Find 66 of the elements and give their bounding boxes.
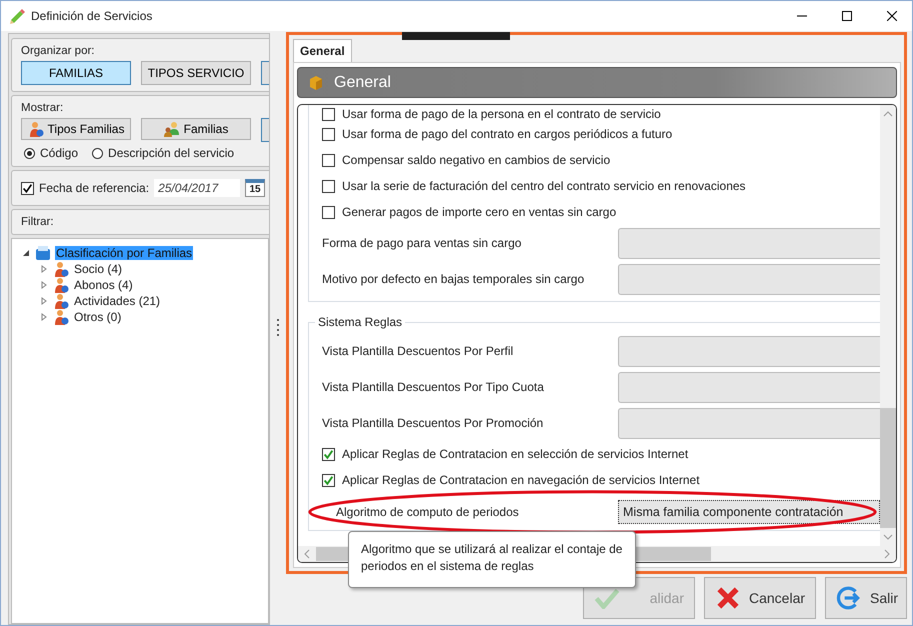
organize-button[interactable]: TIPOS SERVICIO: [141, 61, 251, 85]
maximize-icon[interactable]: [842, 11, 852, 21]
exit-icon: [836, 585, 862, 611]
field-label: Forma de pago para ventas sin cargo: [322, 236, 522, 250]
checkbox-label: Usar forma de pago del contrato en cargos periódicos a futuro: [342, 127, 672, 141]
date-label: Fecha de referencia:: [39, 181, 150, 195]
checkbox-label: Usar forma de pago de la persona en el contrato de servicio: [342, 107, 661, 121]
scroll-left-icon[interactable]: [304, 549, 310, 559]
close-icon[interactable]: [887, 11, 897, 21]
show-button[interactable]: Tipos Familias: [21, 118, 131, 140]
section-title: General: [334, 74, 391, 92]
tree-item[interactable]: Actividades (21): [73, 294, 162, 308]
organize-label: Organizar por:: [21, 45, 96, 57]
checkbox-label: Usar la serie de facturación del centro del contrato servicio en renovaciones: [342, 179, 746, 193]
folder-icon: [35, 245, 51, 261]
tab[interactable]: General: [293, 39, 352, 62]
checkbox[interactable]: [322, 206, 335, 218]
checkbox-label: Aplicar Reglas de Contratacion en navegación de servicios Internet: [342, 473, 700, 487]
group-title: Sistema Reglas: [315, 315, 406, 329]
scroll-right-icon[interactable]: [884, 549, 890, 559]
show-button[interactable]: Familias: [141, 118, 251, 140]
cross-icon: [715, 585, 741, 611]
people-icon: [164, 121, 180, 137]
tooltip: Algoritmo que se utilizará al realizar el contaje de periodos en el sistema de reglas: [348, 531, 636, 588]
person-icon: [53, 261, 69, 277]
checkbox[interactable]: [322, 154, 335, 166]
scroll-up-icon[interactable]: [883, 111, 893, 117]
tree-item[interactable]: Otros (0): [73, 310, 122, 324]
expander-icon[interactable]: [22, 248, 31, 258]
box-icon: [308, 74, 324, 90]
checkbox[interactable]: [322, 108, 335, 121]
show-label: Mostrar:: [21, 102, 64, 114]
field-label: Vista Plantilla Descuentos Por Tipo Cuota: [322, 380, 545, 394]
checkbox[interactable]: [322, 128, 335, 140]
tree-item[interactable]: Socio (4): [73, 262, 124, 276]
person-icon: [53, 309, 69, 325]
radio-button[interactable]: Descripción del servicio: [92, 146, 234, 160]
window-title: Definición de Servicios: [31, 9, 152, 23]
field-label: Vista Plantilla Descuentos Por Perfil: [322, 344, 514, 358]
person-icon: [53, 293, 69, 309]
radio-button[interactable]: Código: [24, 146, 78, 160]
checkbox-label: Aplicar Reglas de Contratacion en selección de servicios Internet: [342, 447, 688, 461]
checkbox-label: Generar pagos de importe cero en ventas sin cargo: [342, 205, 616, 219]
grip-icon[interactable]: [276, 318, 280, 338]
person-icon: [28, 121, 44, 137]
field-label: Vista Plantilla Descuentos Por Promoción: [322, 416, 544, 430]
date-field[interactable]: 25/04/2017: [154, 179, 240, 197]
action-button[interactable]: Salir: [825, 577, 907, 619]
checkbox[interactable]: [322, 448, 335, 460]
tree-item[interactable]: Abonos (4): [73, 278, 134, 292]
calendar-button[interactable]: 15: [245, 179, 266, 197]
checkbox[interactable]: [322, 180, 335, 192]
tree-item[interactable]: Clasificación por Familias: [55, 246, 194, 260]
checkmark-icon: [594, 588, 620, 608]
checkbox[interactable]: [21, 182, 34, 194]
scroll-down-icon[interactable]: [883, 534, 893, 540]
dropdown[interactable]: Misma familia componente contratación: [618, 500, 880, 524]
field-label: Algoritmo de computo de periodos: [335, 505, 520, 519]
checkbox-label: Compensar saldo negativo en cambios de servicio: [342, 153, 610, 167]
organize-button[interactable]: FAMILIAS: [21, 61, 131, 85]
person-icon: [53, 277, 69, 293]
field-label: Motivo por defecto en bajas temporales sin cargo: [322, 272, 586, 286]
filter-label: Filtrar:: [21, 216, 55, 228]
pencil-icon: [9, 8, 25, 24]
action-button[interactable]: Cancelar: [704, 577, 816, 619]
checkbox[interactable]: [322, 474, 335, 486]
